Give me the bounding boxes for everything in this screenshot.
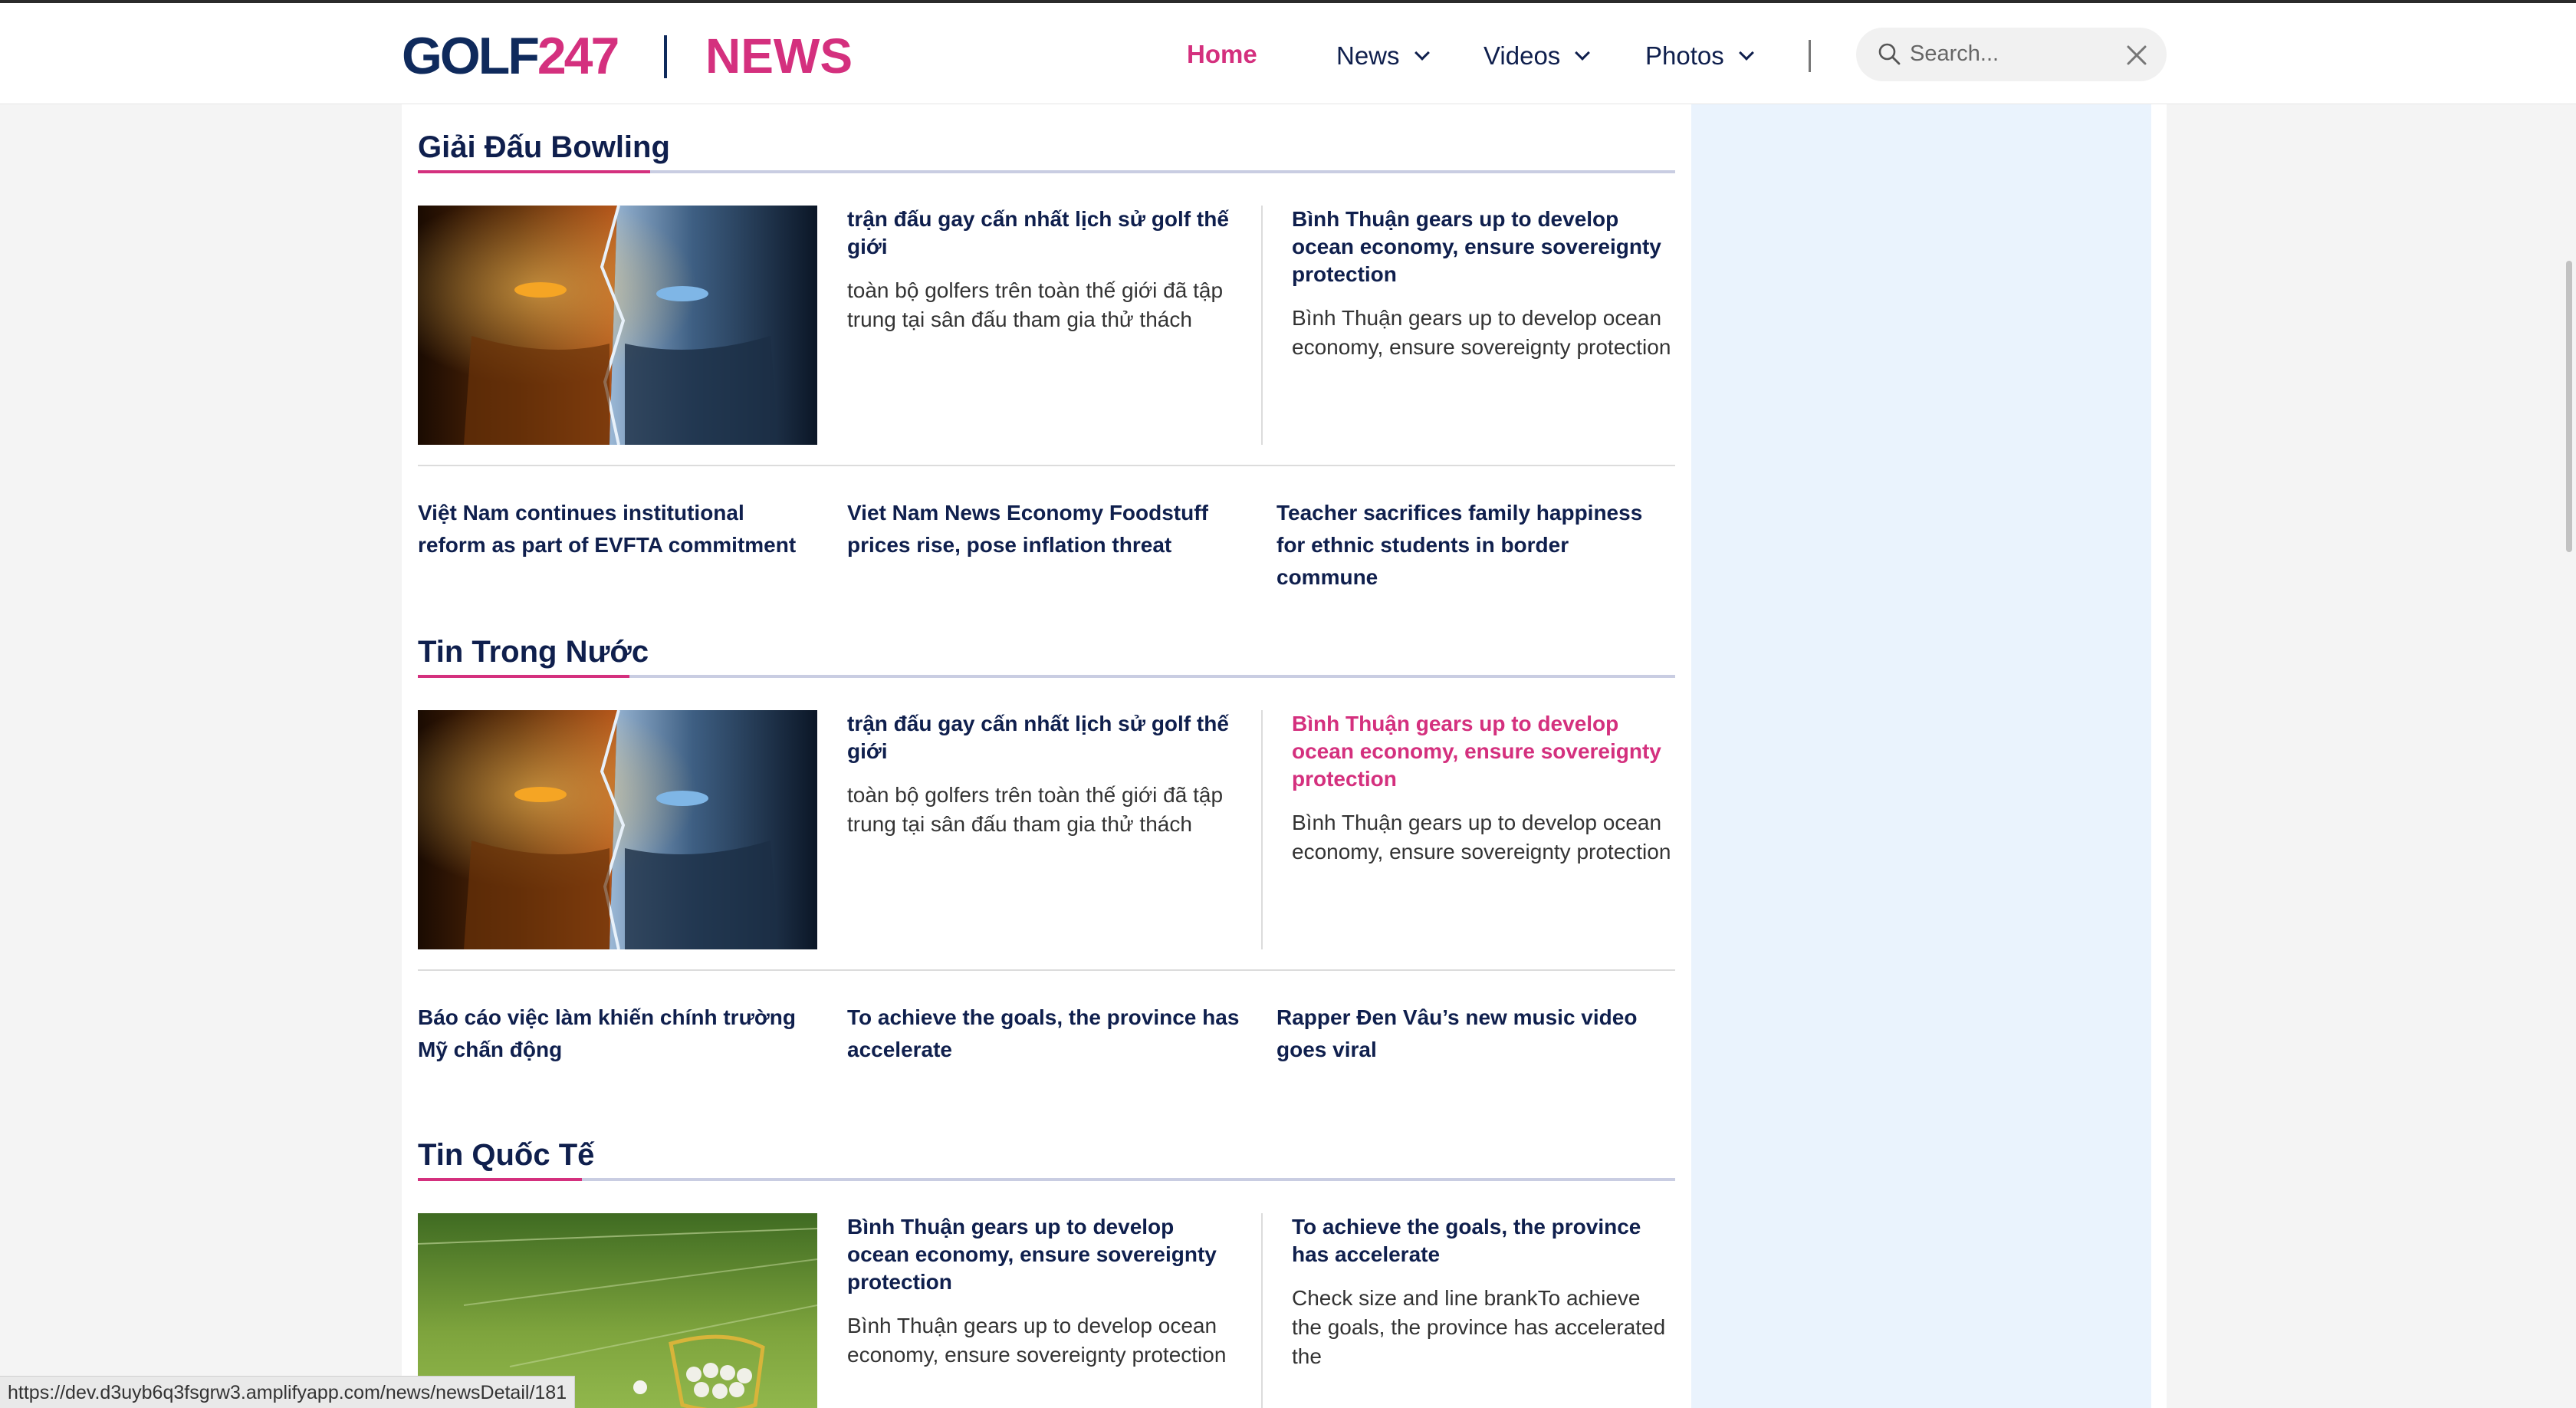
nav-home[interactable]: Home bbox=[1187, 40, 1257, 69]
feature-article: trận đấu gay cấn nhất lịch sử golf thế g… bbox=[847, 710, 1238, 839]
close-icon[interactable] bbox=[2126, 44, 2147, 66]
section-title[interactable]: Tin Quốc Tế bbox=[418, 1133, 1675, 1176]
side-title[interactable]: To achieve the goals, the province has a… bbox=[1292, 1213, 1675, 1268]
sidebar-panel bbox=[1691, 104, 2151, 1408]
section-rule-accent bbox=[418, 675, 629, 678]
side-description: Bình Thuận gears up to develop ocean eco… bbox=[1292, 306, 1671, 359]
side-article: Bình Thuận gears up to develop ocean eco… bbox=[1261, 206, 1675, 445]
chevron-down-icon bbox=[1738, 45, 1754, 61]
nav-news-label: News bbox=[1336, 41, 1400, 70]
logo-golf-text: GOLF bbox=[402, 27, 540, 85]
warrior-poster-image bbox=[418, 710, 817, 949]
section-rule-accent bbox=[418, 1178, 582, 1181]
logo-247-text: 247 bbox=[537, 27, 619, 85]
feature-description: toàn bộ golfers trên toàn thế giới đã tậ… bbox=[847, 783, 1224, 836]
nav-videos-label: Videos bbox=[1484, 41, 1561, 70]
section-name[interactable]: NEWS bbox=[705, 28, 853, 84]
feature-article: Bình Thuận gears up to develop ocean eco… bbox=[847, 1213, 1238, 1370]
featured-row: trận đấu gay cấn nhất lịch sử golf thế g… bbox=[418, 710, 1675, 963]
section-tin-quoc-te: Tin Quốc Tế Bình Thuận gears up to devel… bbox=[418, 1133, 1675, 1408]
nav-photos[interactable]: Photos bbox=[1645, 41, 1754, 71]
link-status-bar: https://dev.d3uyb6q3fsgrw3.amplifyapp.co… bbox=[0, 1376, 576, 1408]
chevron-down-icon bbox=[1575, 45, 1591, 61]
related-links: Việt Nam continues institutional reform … bbox=[418, 497, 1675, 589]
section-rule bbox=[418, 1178, 1675, 1181]
section-giai-dau-bowling: Giải Đấu Bowling trận đấu gay cấn nhất l… bbox=[418, 126, 1675, 589]
featured-image[interactable] bbox=[418, 206, 817, 445]
nav-home-label: Home bbox=[1187, 40, 1257, 68]
nav-news[interactable]: News bbox=[1336, 41, 1430, 71]
nav-divider bbox=[1809, 40, 1811, 72]
section-title[interactable]: Tin Trong Nước bbox=[418, 630, 1675, 673]
related-link[interactable]: Việt Nam continues institutional reform … bbox=[418, 497, 816, 561]
feature-description: toàn bộ golfers trên toàn thế giới đã tậ… bbox=[847, 278, 1224, 331]
related-link[interactable]: Rapper Đen Vâu’s new music video goes vi… bbox=[1276, 1002, 1675, 1066]
side-title[interactable]: Bình Thuận gears up to develop ocean eco… bbox=[1292, 206, 1675, 288]
feature-description: Bình Thuận gears up to develop ocean eco… bbox=[847, 1314, 1227, 1367]
site-logo[interactable]: GOLF 247 bbox=[402, 27, 619, 85]
side-description: Check size and line brankTo achieve the … bbox=[1292, 1286, 1666, 1368]
nav-videos[interactable]: Videos bbox=[1484, 41, 1591, 71]
golf-ball-icon bbox=[402, 29, 403, 31]
search-box[interactable] bbox=[1856, 28, 2167, 81]
page-scrollbar[interactable] bbox=[2566, 261, 2572, 552]
featured-image[interactable] bbox=[418, 710, 817, 949]
section-rule-accent bbox=[418, 170, 650, 173]
search-input[interactable] bbox=[1910, 38, 2117, 69]
section-title[interactable]: Giải Đấu Bowling bbox=[418, 126, 1675, 169]
section-rule bbox=[418, 170, 1675, 173]
warrior-poster-image bbox=[418, 206, 817, 445]
feature-article: trận đấu gay cấn nhất lịch sử golf thế g… bbox=[847, 206, 1238, 334]
chevron-down-icon bbox=[1414, 45, 1430, 61]
section-tin-trong-nuoc: Tin Trong Nước trận đấu gay cấn nhất lịc… bbox=[418, 630, 1675, 1086]
feature-title[interactable]: trận đấu gay cấn nhất lịch sử golf thế g… bbox=[847, 206, 1238, 261]
related-link[interactable]: Báo cáo việc làm khiến chính trường Mỹ c… bbox=[418, 1002, 816, 1066]
site-header: GOLF 247 NEWS Home News Videos Photos bbox=[0, 3, 2576, 104]
search-icon[interactable] bbox=[1878, 42, 1901, 65]
side-article: Bình Thuận gears up to develop ocean eco… bbox=[1261, 710, 1675, 949]
feature-title[interactable]: trận đấu gay cấn nhất lịch sử golf thế g… bbox=[847, 710, 1238, 765]
section-rule bbox=[418, 675, 1675, 678]
related-links: Báo cáo việc làm khiến chính trường Mỹ c… bbox=[418, 1002, 1675, 1086]
nav-photos-label: Photos bbox=[1645, 41, 1724, 70]
side-title-hovered[interactable]: Bình Thuận gears up to develop ocean eco… bbox=[1292, 710, 1675, 793]
feature-title[interactable]: Bình Thuận gears up to develop ocean eco… bbox=[847, 1213, 1238, 1296]
featured-row: Bình Thuận gears up to develop ocean eco… bbox=[418, 1213, 1675, 1408]
section-divider bbox=[418, 969, 1675, 971]
related-link[interactable]: To achieve the goals, the province has a… bbox=[847, 1002, 1246, 1066]
side-article: To achieve the goals, the province has a… bbox=[1261, 1213, 1675, 1408]
featured-row: trận đấu gay cấn nhất lịch sử golf thế g… bbox=[418, 206, 1675, 459]
logo-divider bbox=[664, 35, 667, 78]
section-divider bbox=[418, 465, 1675, 466]
related-link[interactable]: Teacher sacrifices family happiness for … bbox=[1276, 497, 1675, 594]
right-gutter bbox=[2151, 104, 2167, 1408]
side-description: Bình Thuận gears up to develop ocean eco… bbox=[1292, 811, 1671, 864]
related-link[interactable]: Viet Nam News Economy Foodstuff prices r… bbox=[847, 497, 1246, 561]
